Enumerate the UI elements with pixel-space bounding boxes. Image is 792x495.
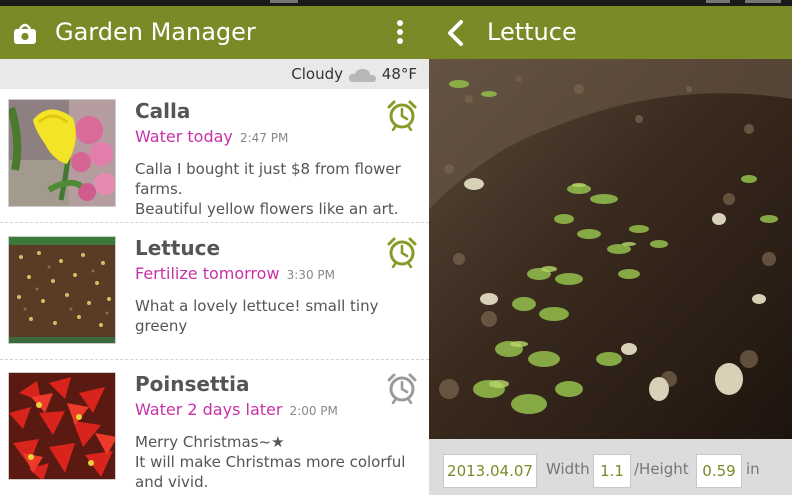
- alarm-clock-icon[interactable]: [386, 372, 418, 404]
- alarm-clock-icon[interactable]: [386, 236, 418, 268]
- alarm-clock-icon[interactable]: [386, 99, 418, 131]
- status-indicator: [270, 0, 298, 3]
- unit-label: in: [746, 460, 760, 478]
- task-text: Fertilize tomorrow: [135, 264, 280, 283]
- plant-detail-pane: Lettuce 2013.04.07 Width 1.1 /Height 0.5…: [429, 6, 792, 495]
- plant-task: Water 2 days later 2:00 PM: [135, 400, 338, 419]
- date-field[interactable]: 2013.04.07: [443, 454, 537, 488]
- detail-app-bar: Lettuce: [429, 6, 792, 59]
- width-field[interactable]: 1.1: [593, 454, 631, 488]
- task-time: 2:00 PM: [289, 404, 338, 418]
- list-item[interactable]: Calla Water today 2:47 PM Calla I bought…: [0, 89, 429, 223]
- task-time: 2:47 PM: [239, 131, 289, 145]
- plant-photo: [8, 236, 116, 344]
- plant-task: Water today 2:47 PM: [135, 127, 288, 146]
- list-item[interactable]: Poinsettia Water 2 days later 2:00 PM Me…: [0, 362, 429, 495]
- task-text: Water today: [135, 127, 233, 146]
- plant-list-pane: Garden Manager Cloudy 48°F Calla Water t…: [0, 6, 429, 495]
- plant-photo: [8, 99, 116, 207]
- weather-condition: Cloudy: [291, 65, 343, 83]
- task-time: 3:30 PM: [286, 268, 335, 282]
- plant-name: Poinsettia: [135, 372, 250, 396]
- height-label: /Height: [634, 460, 689, 478]
- note-line: Merry Christmas~★: [135, 433, 285, 451]
- width-label: Width: [546, 460, 590, 478]
- app-title: Garden Manager: [55, 18, 256, 46]
- plant-task: Fertilize tomorrow 3:30 PM: [135, 264, 335, 283]
- measurement-bar: 2013.04.07 Width 1.1 /Height 0.59 in: [429, 439, 792, 495]
- app-bar: Garden Manager: [0, 6, 429, 59]
- weather-temperature: 48°F: [381, 65, 417, 83]
- note-line: It will make Christmas more colorful and…: [135, 453, 406, 491]
- height-field[interactable]: 0.59: [696, 454, 742, 488]
- chevron-left-icon[interactable]: [444, 19, 468, 47]
- plant-note: What a lovely lettuce! small tiny greeny: [135, 297, 379, 335]
- task-text: Water 2 days later: [135, 400, 283, 419]
- note-line: Calla I bought it just $8 from flower fa…: [135, 160, 401, 198]
- plant-photo: [8, 372, 116, 480]
- plant-note: Calla I bought it just $8 from flower fa…: [135, 159, 415, 219]
- list-item[interactable]: Lettuce Fertilize tomorrow 3:30 PM What …: [0, 226, 429, 360]
- plant-name: Lettuce: [135, 236, 221, 260]
- note-line: Beautiful yellow flowers like an art.: [135, 200, 399, 218]
- plant-hero-photo: [429, 59, 792, 439]
- detail-title: Lettuce: [487, 18, 577, 46]
- cloud-icon: [348, 68, 376, 82]
- status-indicator: [706, 0, 730, 3]
- basket-icon[interactable]: [12, 20, 38, 46]
- weather-bar: Cloudy 48°F: [0, 59, 429, 89]
- plant-note: Merry Christmas~★ It will make Christmas…: [135, 432, 415, 492]
- more-vert-icon[interactable]: [390, 18, 410, 48]
- plant-name: Calla: [135, 99, 191, 123]
- status-indicator: [745, 0, 781, 3]
